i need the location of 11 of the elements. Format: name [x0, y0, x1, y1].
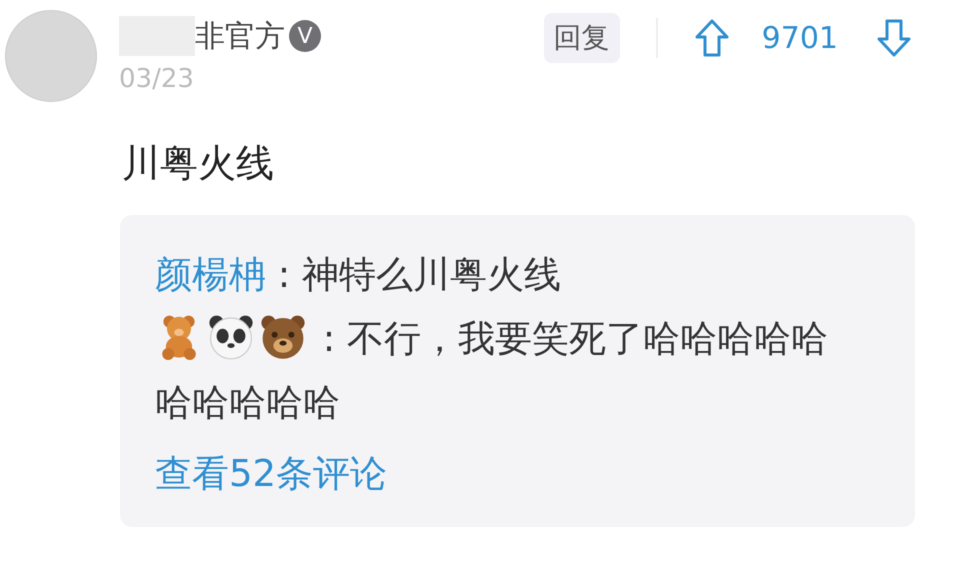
- reply-text: : 不行，我要笑死了哈哈哈哈哈: [322, 317, 828, 360]
- verified-badge: V: [289, 20, 321, 52]
- reply-button[interactable]: 回复: [544, 13, 620, 63]
- reply-text: : 神特么川粤火线: [276, 253, 561, 296]
- comment-text: 川粤火线: [122, 140, 275, 187]
- reply-text: 哈哈哈哈哈: [155, 381, 340, 424]
- vote-count: 9701: [762, 20, 838, 56]
- upvote-icon[interactable]: [694, 18, 730, 58]
- downvote-icon[interactable]: [876, 18, 912, 58]
- comment-date: 03/23: [119, 64, 195, 94]
- username[interactable]: 非官方: [195, 16, 285, 56]
